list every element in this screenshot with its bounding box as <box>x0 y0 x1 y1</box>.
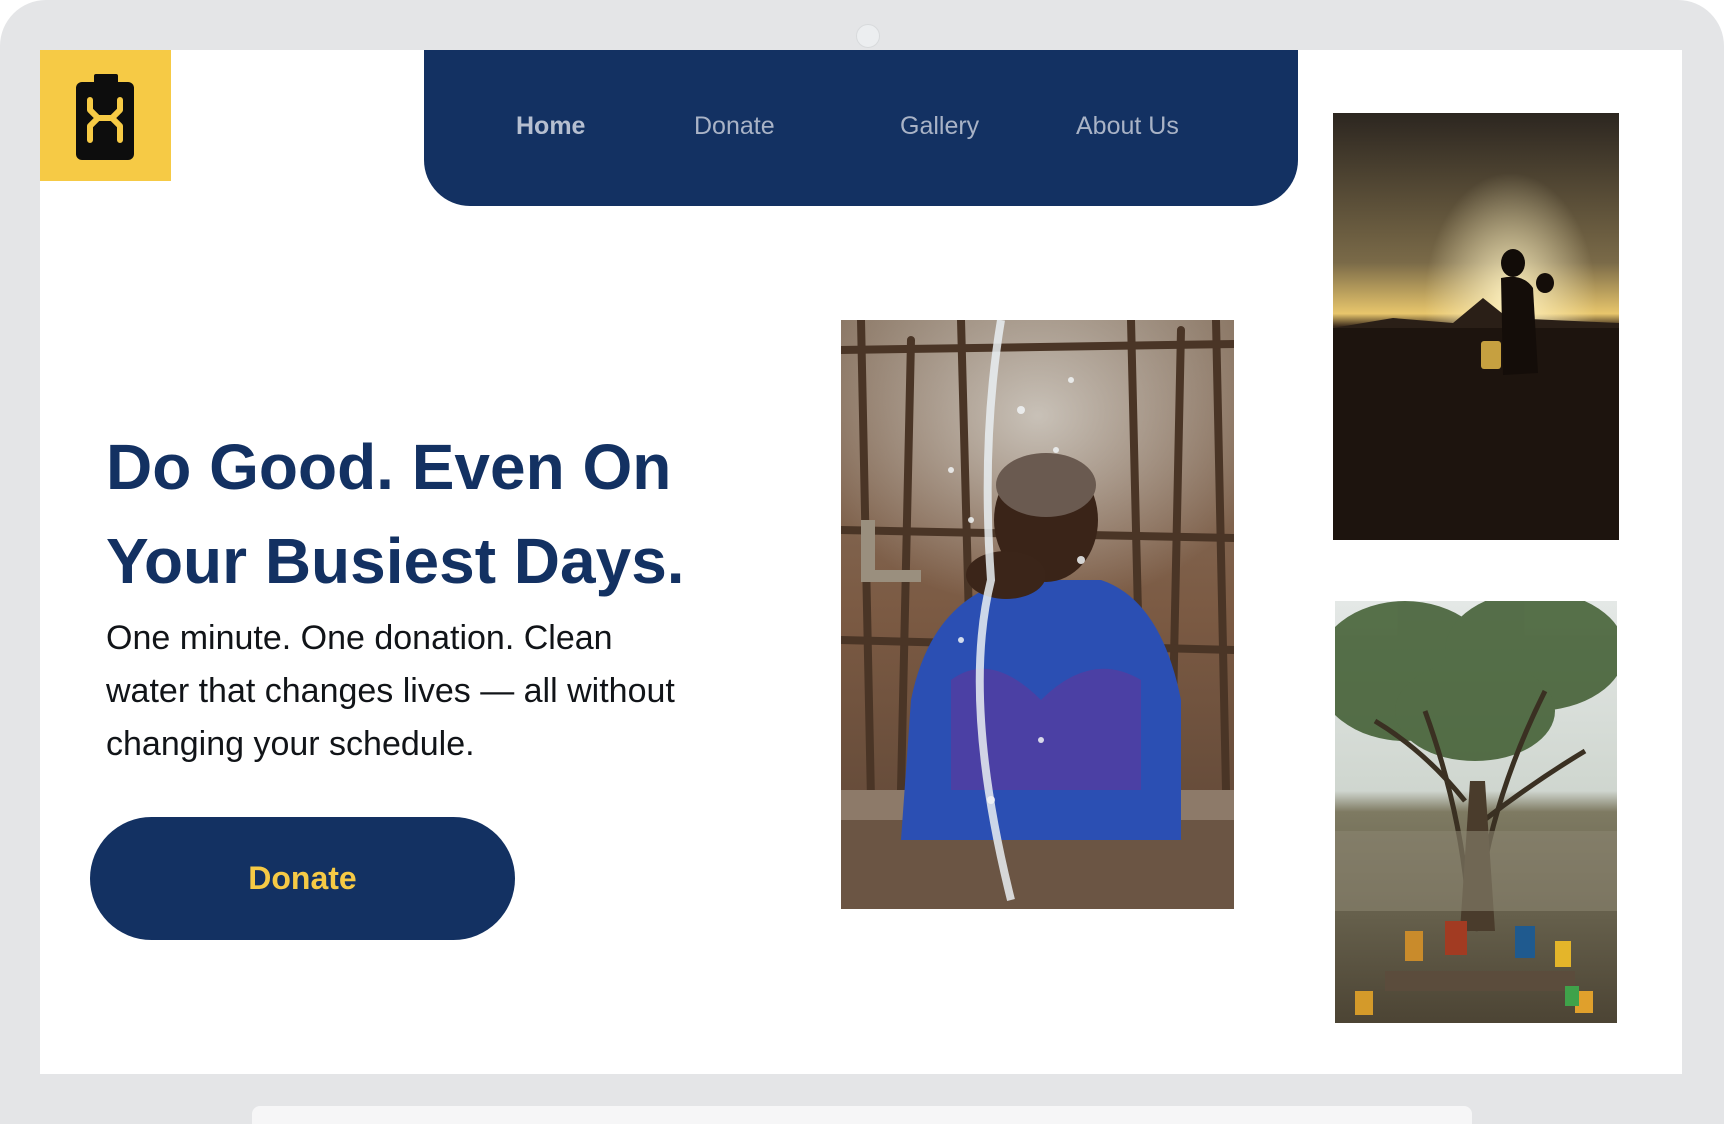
laptop-frame: Home Donate Gallery About Us Do Good. Ev… <box>0 0 1724 1124</box>
laptop-base <box>252 1106 1472 1124</box>
headline-line-2: Your Busiest Days. <box>106 525 685 597</box>
website-screen: Home Donate Gallery About Us Do Good. Ev… <box>40 50 1682 1074</box>
donate-button[interactable]: Donate <box>90 817 515 940</box>
hero-headline: Do Good. Even On Your Busiest Days. <box>106 420 746 608</box>
nav-gallery[interactable]: Gallery <box>900 112 979 141</box>
headline-line-1: Do Good. Even On <box>106 431 672 503</box>
nav-about-us[interactable]: About Us <box>1076 112 1179 141</box>
nav-donate[interactable]: Donate <box>694 112 775 141</box>
jerrycan-icon <box>76 74 134 160</box>
subtext-line-2: water that changes lives — all without <box>106 672 675 710</box>
main-nav: Home Donate Gallery About Us <box>424 50 1298 206</box>
logo[interactable] <box>40 50 171 181</box>
child-water-photo <box>841 320 1234 909</box>
hero-subtext: One minute. One donation. Clean water th… <box>106 612 766 771</box>
nav-home[interactable]: Home <box>516 112 585 141</box>
subtext-line-1: One minute. One donation. Clean <box>106 619 613 657</box>
tree-water-point-photo <box>1335 601 1617 1023</box>
webcam-dot <box>856 24 880 48</box>
sunset-silhouette-photo <box>1333 113 1619 540</box>
subtext-line-3: changing your schedule. <box>106 725 475 763</box>
